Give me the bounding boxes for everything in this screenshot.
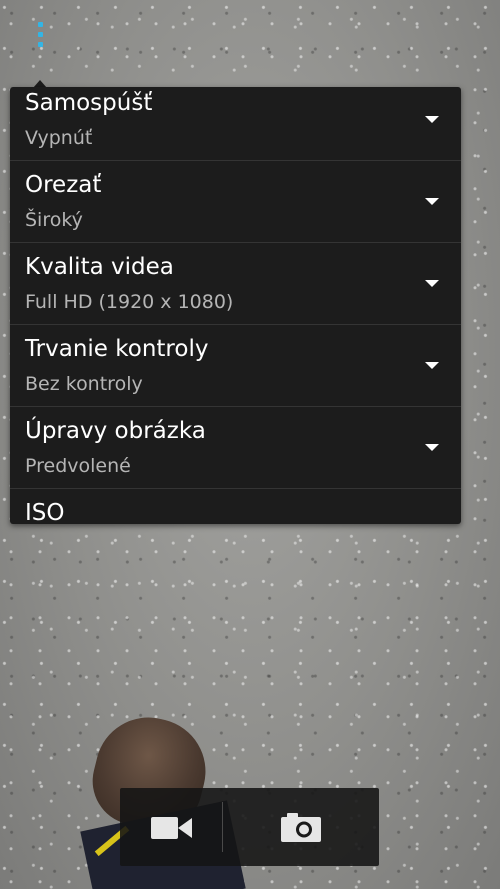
setting-title: Samospúšť (25, 90, 153, 116)
overflow-dot (37, 32, 43, 37)
setting-title: Orezať (25, 172, 102, 198)
camera-shutter-icon (281, 813, 321, 842)
overflow-dot (37, 22, 43, 27)
dropdown-arrow-icon[interactable] (425, 116, 439, 123)
setting-value: Vypnúť (25, 127, 93, 149)
setting-title: ISO (25, 500, 65, 524)
dropdown-arrow-icon[interactable] (425, 198, 439, 205)
dropdown-arrow-icon[interactable] (425, 362, 439, 369)
shutter-button[interactable] (223, 788, 379, 866)
video-record-button[interactable] (120, 788, 222, 866)
setting-crop[interactable]: Orezať Široký (10, 161, 461, 243)
overflow-dot (37, 42, 43, 47)
dropdown-arrow-icon[interactable] (425, 280, 439, 287)
settings-list: Samospúšť Vypnúť Orezať Široký Kvalita v… (10, 87, 461, 524)
dropdown-arrow-icon[interactable] (425, 444, 439, 451)
setting-value: Široký (25, 209, 83, 231)
setting-title: Úpravy obrázka (25, 418, 206, 444)
setting-value: Full HD (1920 x 1080) (25, 291, 234, 313)
video-camera-icon (151, 817, 192, 839)
camera-viewfinder[interactable]: Samospúšť Vypnúť Orezať Široký Kvalita v… (0, 0, 500, 889)
setting-title: Kvalita videa (25, 254, 174, 280)
setting-title: Trvanie kontroly (25, 336, 209, 362)
overflow-menu-icon[interactable] (28, 18, 52, 58)
setting-self-timer[interactable]: Samospúšť Vypnúť (10, 87, 461, 161)
camera-settings-panel: Samospúšť Vypnúť Orezať Široký Kvalita v… (10, 87, 461, 524)
setting-value: Bez kontroly (25, 373, 143, 395)
setting-value: Predvolené (25, 455, 131, 477)
setting-image-adjustments[interactable]: Úpravy obrázka Predvolené (10, 407, 461, 489)
capture-bar (120, 788, 379, 866)
setting-video-quality[interactable]: Kvalita videa Full HD (1920 x 1080) (10, 243, 461, 325)
setting-iso[interactable]: ISO (10, 489, 461, 524)
setting-review-duration[interactable]: Trvanie kontroly Bez kontroly (10, 325, 461, 407)
